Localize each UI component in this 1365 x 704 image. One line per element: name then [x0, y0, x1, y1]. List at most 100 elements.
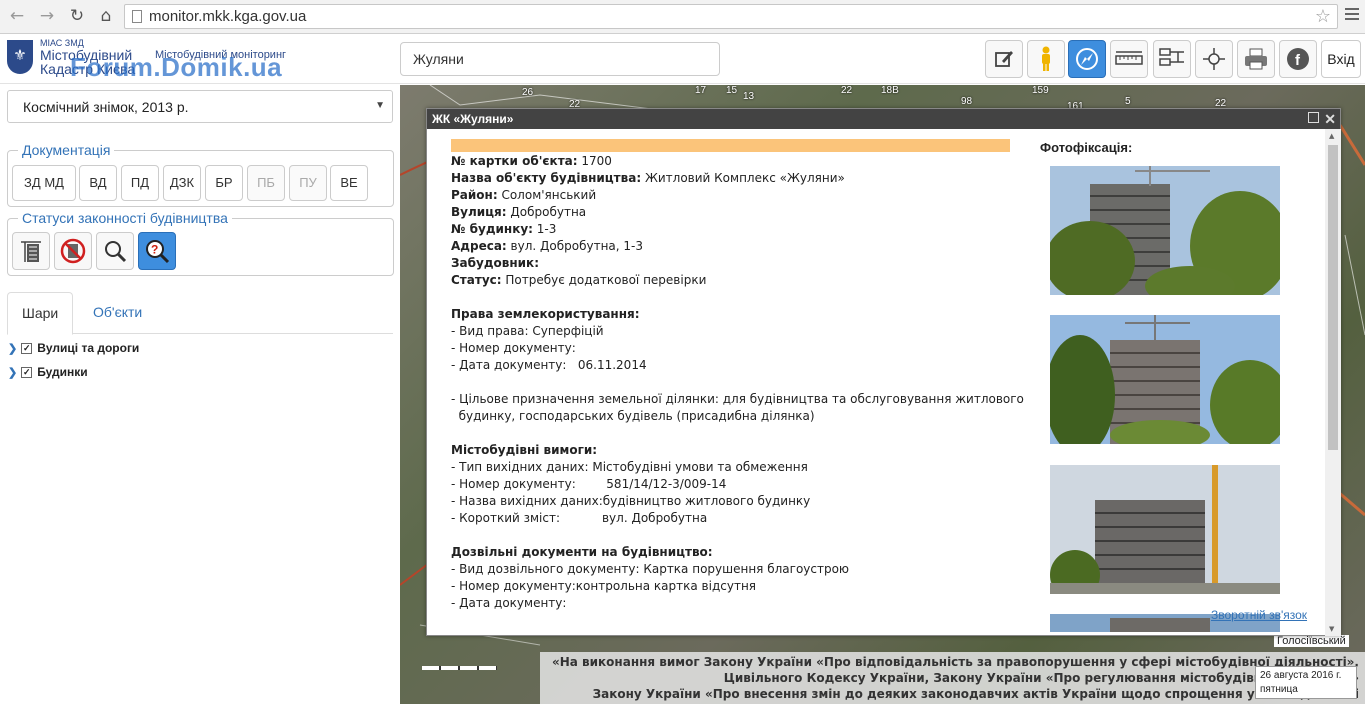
detail-value: - Дата документу:: [451, 596, 567, 610]
edit-icon[interactable]: [985, 40, 1023, 78]
reload-icon[interactable]: ↻: [66, 5, 88, 27]
search-input[interactable]: Жуляни: [400, 42, 720, 76]
bookmark-star-icon[interactable]: ☆: [1315, 6, 1331, 27]
doc-button-vd[interactable]: ВД: [79, 165, 117, 201]
detail-value: - Цільове призначення земельної ділянки:…: [451, 392, 1024, 406]
doc-button-dzk[interactable]: ДЗК: [163, 165, 201, 201]
page-icon: [132, 10, 142, 23]
date-text: 26 августа 2016 г.: [1260, 670, 1342, 681]
construction-photo[interactable]: [1050, 315, 1280, 444]
scroll-up-arrow-icon[interactable]: ▲: [1329, 132, 1334, 140]
detail-value: - Вид права: Суперфіцій: [451, 324, 604, 338]
detail-row: [451, 289, 1016, 306]
detail-row: - Вид дозвільного документу: Картка пору…: [451, 561, 1016, 578]
kyiv-crest-logo: ⚜: [7, 40, 33, 74]
magnifier-search-icon[interactable]: [96, 232, 134, 270]
browser-toolbar: ← → ↻ ⌂ monitor.mkk.kga.gov.ua ☆: [0, 0, 1365, 34]
doc-button-br[interactable]: БР: [205, 165, 243, 201]
home-icon[interactable]: ⌂: [95, 5, 117, 27]
detail-key: Містобудівні вимоги:: [451, 443, 598, 457]
popup-header: ЖК «Жуляни» ✕: [427, 109, 1340, 129]
status-legend: Статуси законності будівництва: [18, 210, 232, 226]
doc-button-pd[interactable]: ПД: [121, 165, 159, 201]
basemap-select[interactable]: Космічний знімок, 2013 р. ▼: [7, 90, 393, 123]
tab-layers[interactable]: Шари: [7, 292, 73, 335]
map-label: 22: [841, 85, 853, 96]
scrollbar-thumb[interactable]: [1328, 145, 1338, 450]
print-icon[interactable]: [1237, 40, 1275, 78]
detail-row: [451, 425, 1016, 442]
login-button[interactable]: Вхід: [1321, 40, 1361, 78]
status-color-bar: [451, 139, 1010, 152]
layer-item-buildings[interactable]: ❯ ✓ Будинки: [8, 365, 88, 379]
legal-line: Закону України «Про внесення змін до дея…: [592, 687, 1359, 701]
doc-button-pu[interactable]: ПУ: [289, 165, 327, 201]
compass-icon[interactable]: [1068, 40, 1106, 78]
expand-arrow-icon[interactable]: ❯: [8, 342, 17, 355]
detail-key: Район:: [451, 188, 498, 202]
ruler-measure-icon[interactable]: [1110, 40, 1148, 78]
detail-key: № будинку:: [451, 222, 533, 236]
detail-row: Адреса: вул. Добробутна, 1-3: [451, 238, 1016, 255]
detail-value: - Номер документу:: [451, 341, 576, 355]
map-label: 15: [726, 85, 738, 96]
expand-arrow-icon[interactable]: ❯: [8, 366, 17, 379]
detail-row: - Вид права: Суперфіцій: [451, 323, 1016, 340]
map-label: 26: [522, 87, 534, 98]
layer-item-streets[interactable]: ❯ ✓ Вулиці та дороги: [8, 341, 139, 355]
detail-key: Адреса:: [451, 239, 507, 253]
question-magnifier-icon[interactable]: ?: [138, 232, 176, 270]
forward-arrow-icon[interactable]: →: [36, 5, 58, 27]
detail-key: Назва об'єкту будівництва:: [451, 171, 642, 185]
doc-button-ve[interactable]: ВЕ: [330, 165, 368, 201]
street-view-person-icon[interactable]: [1027, 40, 1065, 78]
detail-value: - Номер документу:контрольна картка відс…: [451, 579, 757, 593]
detail-key: № картки об'єкта:: [451, 154, 578, 168]
detail-row: № картки об'єкта: 1700: [451, 153, 1016, 170]
construction-photo[interactable]: [1050, 465, 1280, 594]
detail-value: Житловий Комплекс «Жуляни»: [641, 171, 845, 185]
legal-notice: «На виконання вимог Закону України «Про …: [540, 652, 1365, 704]
map-label: 18В: [881, 85, 899, 96]
layer-label: Вулиці та дороги: [37, 341, 140, 355]
building-construction-icon[interactable]: [12, 232, 50, 270]
detail-value: - Номер документу: 581/14/12-3/009-14: [451, 477, 727, 491]
popup-title: ЖК «Жуляни»: [432, 112, 514, 126]
address-bar[interactable]: monitor.mkk.kga.gov.ua ☆: [124, 4, 1338, 29]
construction-photo[interactable]: [1050, 166, 1280, 295]
detail-value: 1-3: [532, 222, 557, 236]
restore-window-icon[interactable]: [1308, 112, 1319, 123]
detail-row: - Тип вихідних даних: Містобудівні умови…: [451, 459, 1016, 476]
documentation-legend: Документація: [18, 142, 115, 158]
detail-row: Містобудівні вимоги:: [451, 442, 1016, 459]
doc-button-zd-md[interactable]: ЗД МД: [12, 165, 76, 201]
detail-row: - Дата документу: 06.11.2014: [451, 357, 1016, 374]
detail-value: Потребує додаткової перевірки: [501, 273, 707, 287]
facebook-icon[interactable]: f: [1279, 40, 1317, 78]
weekday-text: пятница: [1260, 684, 1298, 695]
tab-objects[interactable]: Об'єкти: [79, 292, 156, 334]
detail-row: Права землекористування:: [451, 306, 1016, 323]
object-details: № картки об'єкта: 1700 Назва об'єкту буді…: [451, 153, 1024, 612]
detail-row: - Номер документу:контрольна картка відс…: [451, 578, 1016, 595]
crosshair-locate-icon[interactable]: [1195, 40, 1233, 78]
detail-row: - Номер документу: 581/14/12-3/009-14: [451, 476, 1016, 493]
browser-menu-icon[interactable]: [1345, 8, 1359, 23]
detail-row: [451, 374, 1016, 391]
object-info-popup: ЖК «Жуляни» ✕ № картки об'єкта: 1700 Назв…: [426, 108, 1341, 636]
detail-row: Вулиця: Добробутна: [451, 204, 1016, 221]
popup-scrollbar[interactable]: ▲ ▼: [1325, 129, 1341, 636]
back-arrow-icon[interactable]: ←: [6, 5, 28, 27]
layers-edit-icon[interactable]: [1153, 40, 1191, 78]
doc-button-pb[interactable]: ПБ: [247, 165, 285, 201]
map-label: 13: [743, 91, 755, 102]
detail-value: - Короткий зміст: вул. Добробутна: [451, 511, 708, 525]
layer-checkbox[interactable]: ✓: [21, 366, 33, 378]
illegal-building-icon[interactable]: [54, 232, 92, 270]
layer-checkbox[interactable]: ✓: [21, 342, 33, 354]
scroll-down-arrow-icon[interactable]: ▼: [1329, 625, 1334, 633]
close-icon[interactable]: ✕: [1324, 109, 1336, 129]
map-label: 17: [695, 85, 707, 96]
watermark: Forum.Domik.ua: [70, 52, 283, 82]
feedback-link[interactable]: Зворотній зв'язок: [1211, 608, 1307, 622]
